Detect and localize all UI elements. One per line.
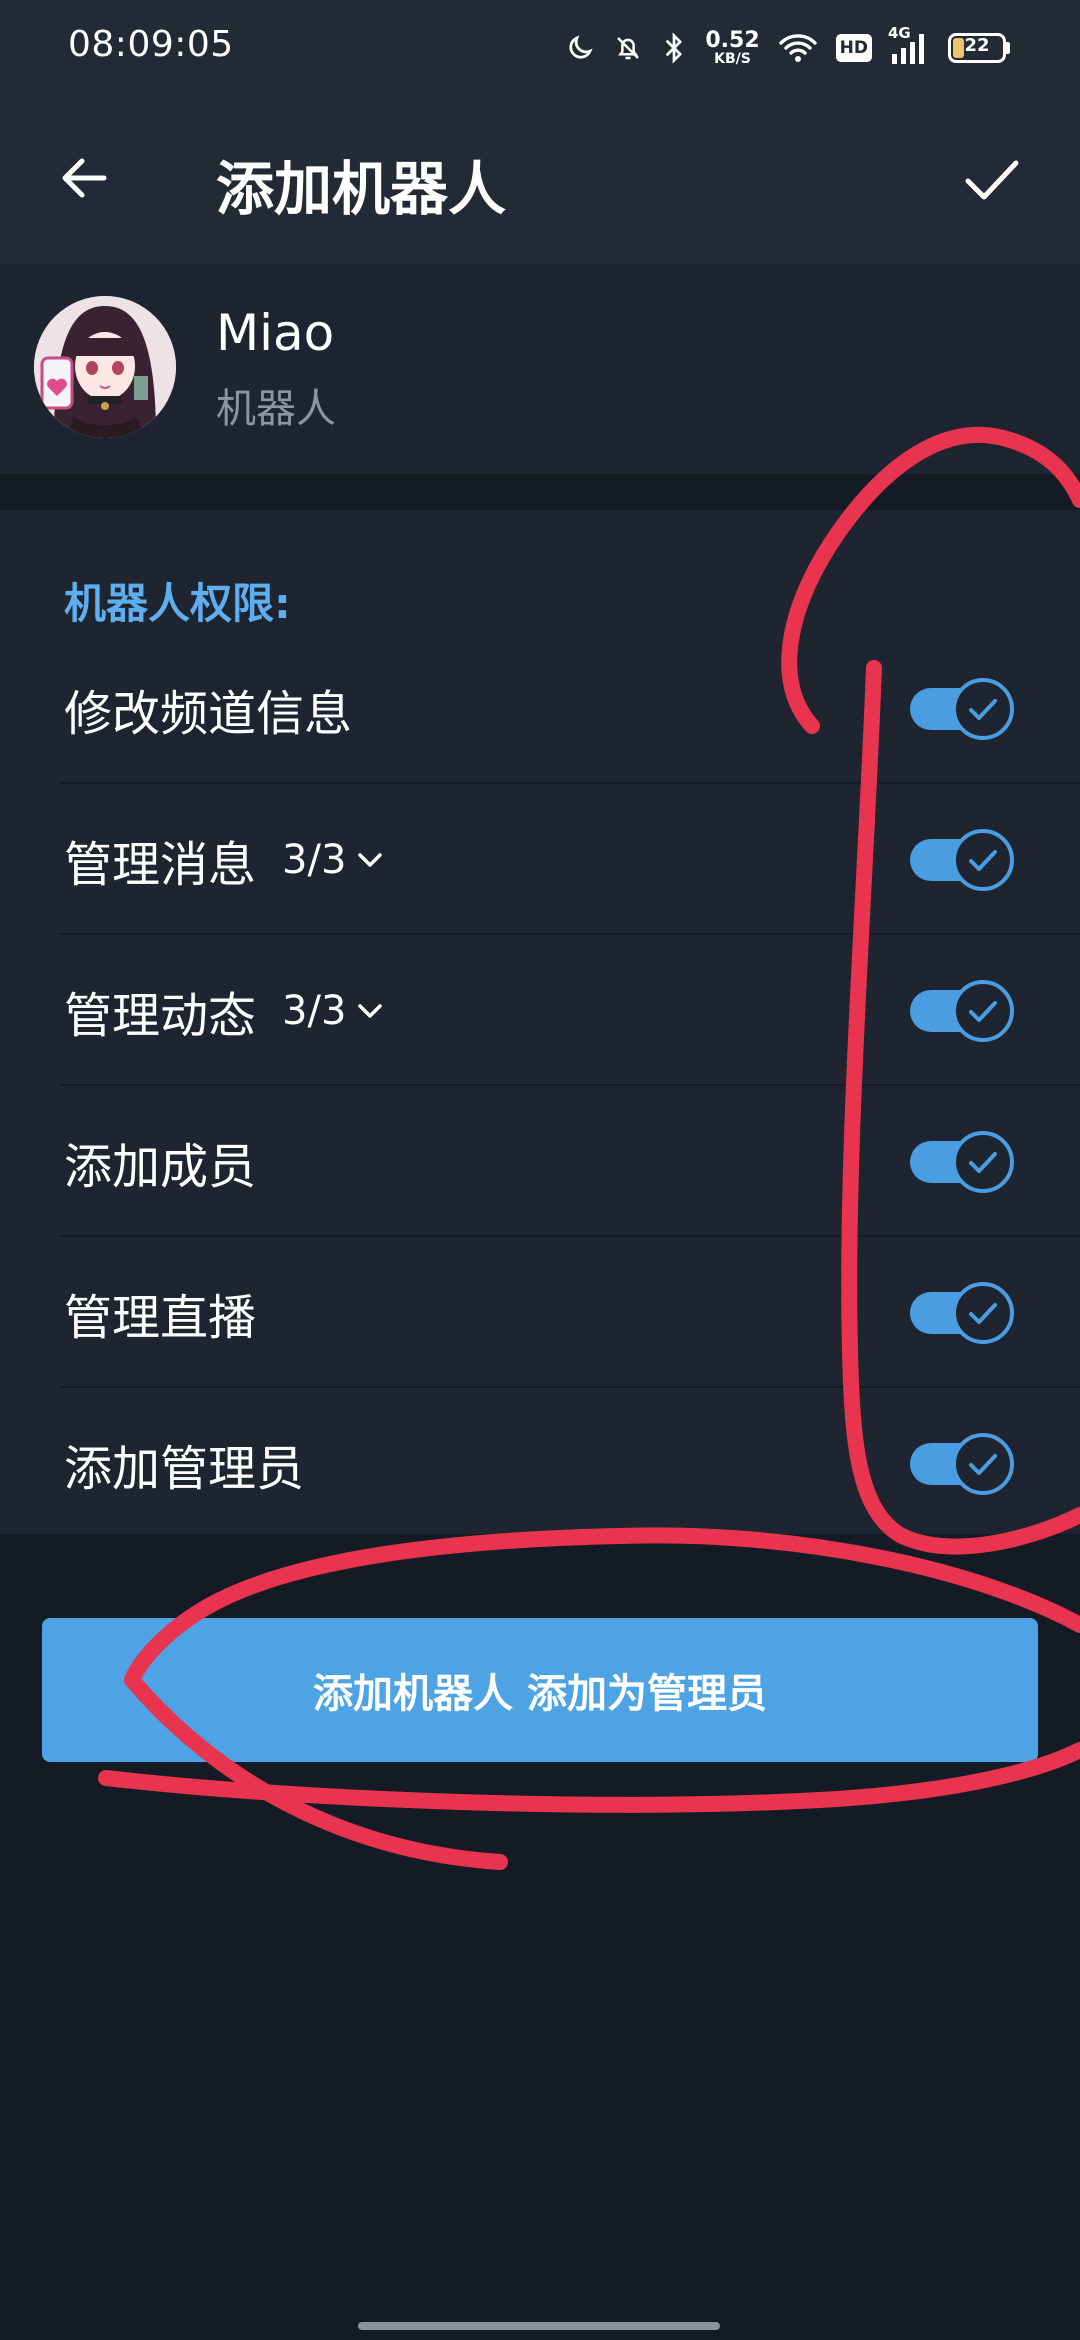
permission-label-wrap: 添加管理员: [64, 1429, 304, 1499]
chevron-down-icon: [358, 852, 383, 867]
bot-name: Miao: [216, 304, 335, 362]
permission-count: 3/3: [282, 987, 347, 1034]
permission-count-dropdown[interactable]: 3/3: [282, 837, 386, 883]
status-time: 08:09:05: [68, 24, 234, 65]
toggle-manage-posts[interactable]: [910, 979, 1014, 1042]
toggle-add-admins[interactable]: [910, 1432, 1014, 1495]
section-gap: [0, 474, 1080, 510]
back-button[interactable]: [50, 144, 118, 212]
chevron-down-icon: [358, 1003, 383, 1018]
permissions-section: 机器人权限: 修改频道信息 管理消息 3/3 管理动态 3/3 添加成员 管理直…: [0, 510, 1080, 1534]
permissions-heading: 机器人权限:: [64, 579, 291, 628]
check-icon: [969, 698, 997, 720]
permission-count-dropdown[interactable]: 3/3: [282, 988, 386, 1034]
toggle-manage-live[interactable]: [910, 1281, 1014, 1344]
wifi-icon: [778, 32, 818, 64]
add-bot-as-admin-button[interactable]: 添加机器人 添加为管理员: [42, 1618, 1038, 1762]
status-icons: 0.52 KB/S HD 4G 22: [565, 22, 1010, 74]
network-type: 4G: [888, 24, 911, 42]
permission-label: 修改频道信息: [64, 685, 353, 742]
check-icon: [969, 1151, 997, 1173]
check-icon: [969, 849, 997, 871]
permission-label-wrap: 添加成员: [64, 1127, 256, 1197]
battery-level: 22: [964, 35, 990, 56]
check-icon: [969, 1302, 997, 1324]
bluetooth-icon: [661, 32, 687, 64]
permission-label: 管理动态: [64, 987, 257, 1044]
permission-label: 管理消息: [64, 836, 257, 893]
toggle-manage-messages[interactable]: [910, 828, 1014, 891]
permission-label-wrap: 修改频道信息: [64, 674, 352, 744]
check-icon: [969, 1453, 997, 1475]
toggle-knob: [952, 1432, 1014, 1495]
permission-row-add-admins[interactable]: 添加管理员: [0, 1388, 1080, 1539]
page-title: 添加机器人: [216, 155, 507, 223]
check-icon: [969, 1000, 997, 1022]
signal-icon: 4G: [888, 24, 930, 66]
toggle-knob: [952, 979, 1014, 1042]
bot-subtitle: 机器人: [216, 386, 336, 432]
bell-off-icon: [613, 33, 643, 63]
permission-label: 管理直播: [64, 1289, 257, 1346]
toggle-knob: [952, 677, 1014, 740]
toggle-edit-channel-info[interactable]: [910, 677, 1014, 740]
confirm-button[interactable]: [954, 142, 1030, 218]
toggle-knob: [952, 1281, 1014, 1344]
back-arrow-icon: [62, 158, 107, 198]
permission-label-wrap: 管理消息 3/3: [64, 825, 386, 895]
network-speed-unit: KB/S: [714, 51, 751, 67]
status-bar: 08:09:05 0.52 KB/S HD 4G 22: [0, 0, 1080, 96]
battery-icon: 22: [948, 33, 1010, 63]
toggle-knob: [952, 1130, 1014, 1193]
checkmark-icon: [965, 160, 1019, 200]
network-speed-value: 0.52: [705, 28, 760, 53]
permission-count: 3/3: [282, 836, 347, 883]
permission-row-manage-posts[interactable]: 管理动态 3/3: [0, 935, 1080, 1086]
avatar: [34, 296, 176, 438]
moon-icon: [565, 33, 595, 63]
permission-label: 添加管理员: [64, 1440, 305, 1497]
permission-row-manage-live[interactable]: 管理直播: [0, 1237, 1080, 1388]
home-indicator[interactable]: [358, 2322, 720, 2330]
permission-label-wrap: 管理直播: [64, 1278, 256, 1348]
screen: 08:09:05 0.52 KB/S HD 4G 22 添加机器人 Miao 机…: [0, 0, 1080, 2340]
permission-label: 添加成员: [64, 1138, 257, 1195]
toggle-knob: [952, 828, 1014, 891]
permission-row-add-members[interactable]: 添加成员: [0, 1086, 1080, 1237]
header: 添加机器人: [0, 96, 1080, 264]
permission-row-edit-channel-info[interactable]: 修改频道信息: [0, 633, 1080, 784]
network-speed: 0.52 KB/S: [705, 28, 760, 67]
permission-label-wrap: 管理动态 3/3: [64, 976, 386, 1046]
toggle-add-members[interactable]: [910, 1130, 1014, 1193]
hd-badge: HD: [835, 34, 872, 62]
bot-info: Miao 机器人: [0, 264, 1080, 474]
permission-row-manage-messages[interactable]: 管理消息 3/3: [0, 784, 1080, 935]
